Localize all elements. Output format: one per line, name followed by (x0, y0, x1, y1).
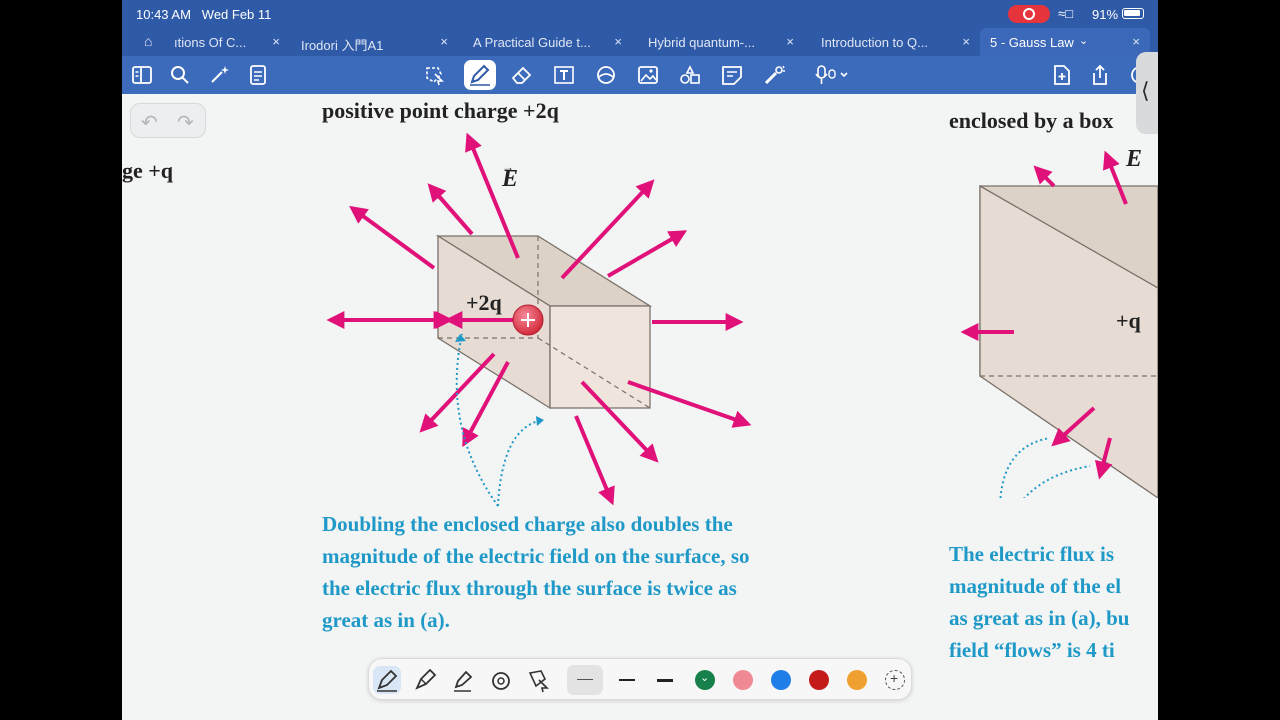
note-icon[interactable] (720, 64, 744, 86)
tab-4[interactable]: Hybrid quantum-... × (640, 28, 798, 56)
tab-bar: ⌂ ıtions Of C... × Irodori 入門A1 × A Prac… (122, 28, 1158, 56)
close-icon[interactable]: × (1132, 34, 1140, 49)
figure-b-heading: positive point charge +2q (322, 98, 559, 123)
fountain-pen-icon[interactable] (373, 666, 401, 694)
figure-c-heading: enclosed by a box (949, 108, 1114, 133)
eraser-icon[interactable] (510, 64, 534, 86)
caption-c-line-1: The electric flux is (949, 542, 1115, 566)
vector-arrow-icon: → (502, 160, 514, 174)
tab-label: A Practical Guide t... (473, 35, 591, 50)
tab-6-active[interactable]: 5 - Gauss Law ⌄ × (980, 28, 1150, 56)
color-swatch-green[interactable]: ⌄ (695, 670, 715, 690)
chevron-down-icon: ⌄ (700, 672, 710, 684)
pen-icon (470, 64, 490, 86)
share-icon[interactable] (1088, 64, 1112, 86)
tab-1[interactable]: ⌂ ıtions Of C... × (134, 28, 284, 56)
undo-redo-group: ↶ ↷ (130, 103, 206, 138)
color-swatch-pink[interactable] (733, 670, 753, 690)
fragment-a-label: ge +q (122, 158, 174, 183)
caption-b-line-2: magnitude of the electric field on the s… (322, 544, 750, 568)
close-icon[interactable]: × (440, 34, 448, 49)
pen-toolbar: ⌄ + (368, 658, 912, 700)
chevron-left-icon: ⟨ (1141, 78, 1150, 103)
close-icon[interactable]: × (786, 34, 794, 49)
home-icon[interactable]: ⌂ (144, 33, 152, 49)
ball-pen-icon[interactable] (411, 666, 439, 694)
tab-label: Hybrid quantum-... (648, 35, 755, 50)
caption-c-line-2: magnitude of the el (949, 574, 1122, 598)
figure-b-diagram (326, 132, 752, 507)
tab-3[interactable]: A Practical Guide t... × (464, 28, 626, 56)
tab-label: ıtions Of C... (174, 35, 247, 50)
undo-icon[interactable]: ↶ (141, 110, 158, 135)
redo-icon[interactable]: ↷ (177, 110, 194, 135)
chevron-down-icon[interactable]: ⌄ (1079, 34, 1088, 47)
charge-label-c: +q (1116, 308, 1141, 333)
color-swatch-red[interactable] (809, 670, 829, 690)
battery-icon (1122, 8, 1144, 19)
document-page[interactable]: ge +q positive point charge +2q E → +2q … (122, 94, 1158, 720)
laser-pointer-icon[interactable] (762, 64, 786, 86)
line-thin-option[interactable] (567, 665, 603, 695)
caption-c-line-4: field “flows” is 4 ti (949, 638, 1115, 662)
stickers-icon[interactable] (678, 64, 702, 86)
status-bar: 10:43 AM Wed Feb 11 ≈□ 91% (122, 0, 1158, 28)
close-icon[interactable]: × (272, 34, 280, 49)
image-icon[interactable] (636, 64, 660, 86)
search-icon[interactable] (168, 64, 192, 86)
close-icon[interactable]: × (614, 34, 622, 49)
sidebar-icon[interactable] (130, 64, 154, 86)
caption-b-line-4: great as in (a). (322, 608, 450, 632)
sparkle-icon[interactable] (208, 64, 232, 86)
tab-label: Irodori 入門A1 (301, 38, 384, 53)
text-icon[interactable] (552, 64, 576, 86)
color-swatch-orange[interactable] (847, 670, 867, 690)
ipad-screen: 10:43 AM Wed Feb 11 ≈□ 91% ⌂ ıtions Of C… (122, 0, 1158, 720)
add-page-icon[interactable] (1050, 64, 1074, 86)
pen-tool-button[interactable] (464, 60, 496, 90)
lasso-icon[interactable] (422, 64, 446, 86)
status-time: 10:43 AM Wed Feb 11 (136, 7, 272, 22)
wifi-icon: ≈□ (1058, 6, 1073, 21)
doc-icon[interactable] (246, 64, 270, 86)
tab-5[interactable]: Introduction to Q... × (812, 28, 974, 56)
tab-2[interactable]: Irodori 入門A1 × (292, 28, 452, 56)
line-medium-option[interactable] (619, 679, 635, 681)
screen-recording-icon[interactable] (1008, 5, 1050, 23)
sidebar-handle[interactable]: ⟨ (1136, 52, 1158, 134)
line-thick-option[interactable] (657, 679, 673, 682)
close-icon[interactable]: × (962, 34, 970, 49)
e-field-label-c: E (1126, 146, 1143, 172)
mic-icon[interactable] (814, 64, 854, 86)
charge-label: +2q (466, 290, 502, 315)
battery-percent: 91% (1092, 7, 1119, 22)
caption-b-line-1: Doubling the enclosed charge also double… (322, 512, 733, 536)
caption-c-line-3: as great as in (a), bu (949, 606, 1130, 630)
shapes-icon[interactable] (594, 64, 618, 86)
tab-label: 5 - Gauss Law (990, 35, 1074, 50)
line-thin-icon (577, 679, 593, 680)
tab-label: Introduction to Q... (821, 35, 928, 50)
shape-pen-icon[interactable] (487, 666, 515, 694)
caption-b-line-3: the electric flux through the surface is… (322, 576, 737, 600)
main-toolbar (122, 56, 1158, 94)
color-swatch-blue[interactable] (771, 670, 791, 690)
highlighter-icon[interactable] (449, 666, 477, 694)
add-color-icon[interactable]: + (885, 670, 905, 690)
lasso-select-icon[interactable] (525, 666, 553, 694)
